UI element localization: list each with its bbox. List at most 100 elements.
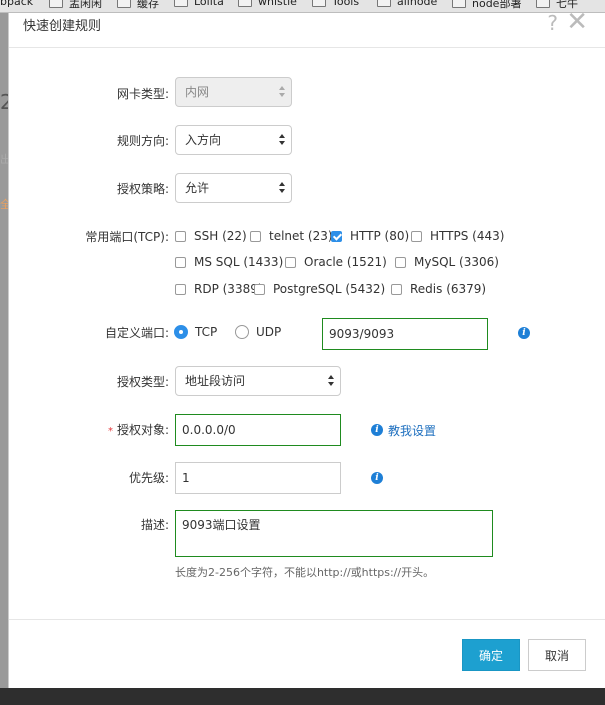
protocol-tcp-label: TCP: [195, 325, 218, 339]
auth-type-select[interactable]: 地址段访问: [175, 366, 341, 396]
folder-icon: [174, 0, 188, 7]
info-icon[interactable]: i: [371, 472, 383, 484]
folder-icon: [238, 0, 252, 7]
port-checkbox[interactable]: SSH (22): [175, 229, 247, 243]
checkbox-box: [391, 283, 402, 295]
nic-type-select[interactable]: 内网: [175, 77, 292, 107]
select-arrows-icon: [328, 373, 334, 389]
checkbox-box: [175, 256, 186, 268]
help-icon[interactable]: ?: [547, 11, 558, 35]
auth-object-input[interactable]: 0.0.0.0/0: [175, 414, 341, 446]
bookmark-label: Tools: [332, 0, 360, 8]
port-checkbox[interactable]: telnet (23): [250, 229, 333, 243]
close-icon[interactable]: ✕: [566, 7, 588, 37]
folder-icon: [452, 0, 466, 8]
port-checkbox[interactable]: HTTP (80): [331, 229, 409, 243]
bookmark-item[interactable]: whistle: [238, 0, 297, 8]
checkbox-box: [250, 230, 261, 242]
bookmark-label: 孟闲闲: [69, 0, 102, 10]
teach-me-link[interactable]: 教我设置: [388, 422, 436, 439]
bookmarks-bar: bpack 孟闲闲 缓存 Lolita whistle Tools alinod…: [0, 0, 605, 13]
priority-input[interactable]: 1: [175, 462, 341, 494]
select-arrows-icon: [279, 132, 285, 148]
folder-icon: [49, 0, 63, 8]
bookmark-label: 缓存: [137, 0, 159, 10]
bookmark-label: bpack: [0, 0, 34, 8]
protocol-udp-radio[interactable]: UDP: [235, 325, 281, 339]
checkbox-box: [411, 230, 422, 242]
port-checkbox[interactable]: RDP (3389): [175, 282, 263, 296]
policy-select[interactable]: 允许: [175, 173, 292, 203]
common-ports-label: 常用端口(TCP):: [85, 230, 169, 244]
create-rule-dialog: 快速创建规则 ? ✕ 网卡类型: 内网 规则方向: 入方向 授权策略: 允许 常…: [8, 7, 605, 689]
bookmark-item[interactable]: bpack: [0, 0, 33, 8]
dialog-title: 快速创建规则: [23, 19, 102, 34]
port-checkbox[interactable]: HTTPS (443): [411, 229, 504, 243]
port-checkbox[interactable]: Redis (6379): [391, 282, 486, 296]
protocol-tcp-radio[interactable]: TCP: [174, 325, 217, 339]
checkbox-box: [395, 256, 406, 268]
description-textarea[interactable]: 9093端口设置: [175, 510, 493, 557]
policy-label: 授权策略:: [116, 182, 169, 196]
custom-port-input[interactable]: 9093/9093: [322, 318, 488, 350]
bookmark-item[interactable]: Tools: [312, 0, 359, 8]
bookmark-item[interactable]: alinode: [377, 0, 437, 8]
confirm-button[interactable]: 确定: [462, 639, 520, 671]
port-checkbox[interactable]: Oracle (1521): [285, 255, 387, 269]
bookmark-item[interactable]: 孟闲闲: [49, 0, 102, 11]
info-icon: i: [371, 424, 383, 436]
port-label: HTTPS (443): [430, 229, 505, 243]
folder-icon: [312, 0, 326, 7]
protocol-udp-label: UDP: [256, 325, 282, 339]
direction-label: 规则方向:: [116, 134, 169, 148]
bookmark-label: alinode: [397, 0, 438, 8]
port-label: MS SQL (1433): [194, 255, 284, 269]
port-label: Redis (6379): [410, 282, 487, 296]
description-hint: 长度为2-256个字符，不能以http://或https://开头。: [175, 566, 435, 579]
port-checkbox[interactable]: MS SQL (1433): [175, 255, 283, 269]
folder-icon: [117, 0, 131, 8]
bottom-strip: [0, 688, 605, 705]
folder-icon: [377, 0, 391, 7]
nic-type-value: 内网: [185, 85, 210, 99]
cancel-button[interactable]: 取消: [528, 639, 586, 671]
dialog-footer: 确定 取消: [9, 619, 605, 689]
port-label: SSH (22): [194, 229, 247, 243]
auth-object-label-text: 授权对象:: [116, 423, 169, 437]
radio-dot: [174, 325, 188, 339]
nic-type-label: 网卡类型:: [116, 87, 169, 101]
description-label: 描述:: [140, 518, 169, 532]
policy-value: 允许: [185, 181, 210, 195]
port-label: telnet (23): [269, 229, 333, 243]
select-arrows-icon: [279, 180, 285, 196]
bookmark-item[interactable]: node部署: [452, 0, 521, 11]
checkbox-box: [175, 283, 186, 295]
port-label: HTTP (80): [350, 229, 410, 243]
checkbox-box: [285, 256, 296, 268]
direction-select[interactable]: 入方向: [175, 125, 292, 155]
port-checkbox[interactable]: PostgreSQL (5432): [254, 282, 385, 296]
priority-label: 优先级:: [128, 471, 169, 485]
port-label: MySQL (3306): [414, 255, 499, 269]
port-label: RDP (3389): [194, 282, 263, 296]
checkmark-icon: [331, 230, 342, 242]
dialog-header: 快速创建规则 ? ✕: [9, 7, 605, 48]
bookmark-label: Lolita: [194, 0, 224, 8]
port-label: Oracle (1521): [304, 255, 387, 269]
folder-icon: [536, 0, 550, 8]
checkbox-box: [175, 230, 186, 242]
checkbox-box: [254, 283, 265, 295]
radio-dot: [235, 325, 249, 339]
custom-port-label: 自定义端口:: [104, 326, 169, 340]
bookmark-label: whistle: [258, 0, 297, 8]
direction-value: 入方向: [185, 133, 222, 147]
bookmark-item[interactable]: 缓存: [117, 0, 159, 11]
port-checkbox[interactable]: MySQL (3306): [395, 255, 499, 269]
select-arrows-icon: [279, 84, 285, 100]
bookmark-item[interactable]: Lolita: [174, 0, 224, 8]
auth-object-label: * 授权对象:: [9, 421, 169, 438]
bookmark-label: node部署: [472, 0, 522, 10]
required-marker: *: [107, 426, 113, 437]
info-icon[interactable]: i: [518, 327, 530, 339]
port-label: PostgreSQL (5432): [273, 282, 386, 296]
